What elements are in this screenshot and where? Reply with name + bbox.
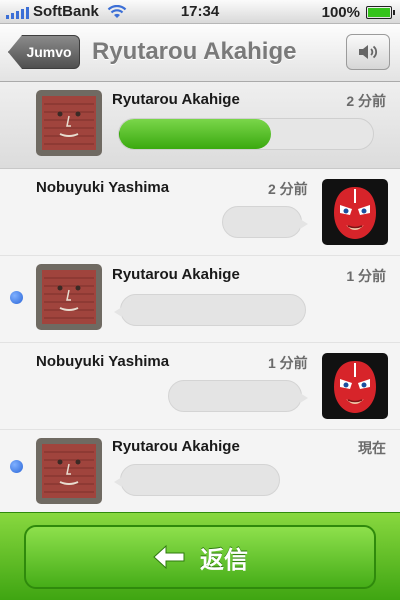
sender-name: Ryutarou Akahige: [112, 266, 240, 283]
sender-name: Nobuyuki Yashima: [36, 353, 170, 370]
battery-percent: 100%: [321, 4, 360, 21]
message-row[interactable]: Nobuyuki Yashima 2 分前: [0, 169, 400, 256]
message-row[interactable]: Ryutarou Akahige 1 分前: [0, 256, 400, 343]
message-time: 1 分前: [346, 268, 386, 284]
message-row[interactable]: Nobuyuki Yashima 1 分前: [0, 343, 400, 430]
unread-indicator: [10, 460, 23, 473]
sender-name: Ryutarou Akahige: [112, 438, 240, 455]
voice-message-bubble[interactable]: [114, 464, 280, 496]
page-title: Ryutarou Akahige: [92, 38, 297, 65]
avatar[interactable]: [36, 438, 102, 504]
message-time: 1 分前: [268, 355, 308, 371]
status-bar: SoftBank 17:34 100%: [0, 0, 400, 24]
sender-name: Ryutarou Akahige: [112, 91, 240, 108]
avatar[interactable]: [36, 264, 102, 330]
message-time: 2 分前: [346, 93, 386, 109]
voice-message-bubble[interactable]: [168, 380, 308, 412]
voice-progress-bar[interactable]: [118, 118, 374, 150]
reply-bar: 返信: [0, 512, 400, 600]
battery-icon: [366, 6, 395, 19]
message-time: 現在: [358, 440, 386, 456]
message-row[interactable]: Ryutarou Akahige 2 分前: [0, 82, 400, 169]
back-button[interactable]: Jumvo: [8, 35, 80, 69]
message-time: 2 分前: [268, 181, 308, 197]
reply-button[interactable]: 返信: [24, 525, 376, 589]
avatar[interactable]: [322, 179, 388, 245]
sender-name: Nobuyuki Yashima: [36, 179, 170, 196]
unread-indicator: [10, 291, 23, 304]
reply-arrow-icon: [153, 544, 185, 570]
reply-label: 返信: [200, 546, 248, 574]
speaker-button[interactable]: [346, 34, 390, 70]
speaker-icon: [359, 45, 378, 59]
navigation-bar: Jumvo Ryutarou Akahige: [0, 24, 400, 82]
voice-message-bubble[interactable]: [114, 294, 306, 326]
voice-progress-fill: [119, 119, 272, 149]
voice-message-bubble[interactable]: [222, 206, 308, 238]
avatar[interactable]: [322, 353, 388, 419]
avatar[interactable]: [36, 90, 102, 156]
message-list: Ryutarou Akahige 2 分前 Nobuyuki Yashima 2…: [0, 82, 400, 512]
message-row[interactable]: Ryutarou Akahige 現在: [0, 430, 400, 512]
